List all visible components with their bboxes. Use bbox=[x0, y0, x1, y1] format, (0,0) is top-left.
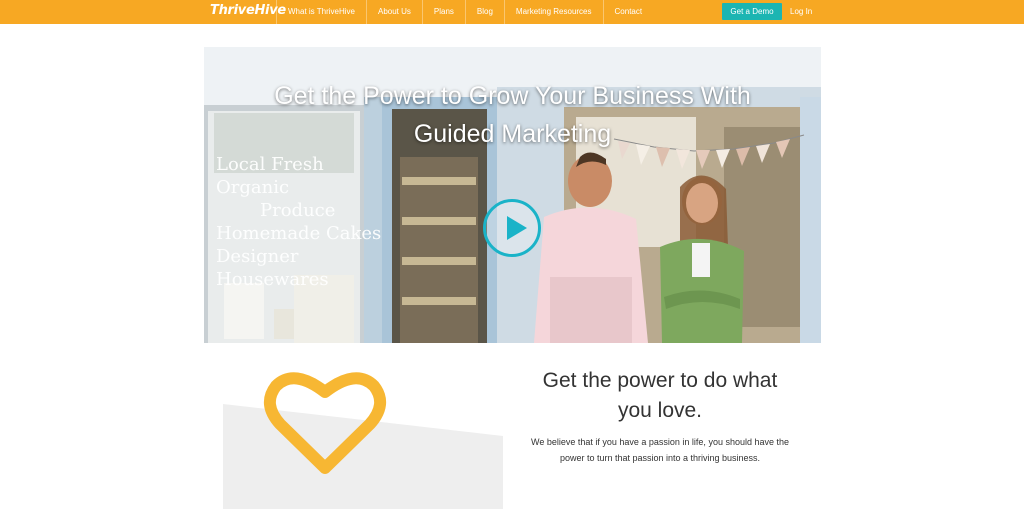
main-nav: What is ThriveHive About Us Plans Blog M… bbox=[276, 0, 653, 24]
feature-body-line-1: We believe that if you have a passion in… bbox=[531, 437, 789, 447]
nav-about-us[interactable]: About Us bbox=[365, 0, 422, 24]
hero-video[interactable]: Get the Power to Grow Your Business With… bbox=[204, 47, 821, 343]
hero-title: Get the Power to Grow Your Business With… bbox=[204, 77, 821, 153]
heart-icon bbox=[264, 372, 386, 474]
window-text-2: Produce bbox=[260, 200, 336, 221]
window-text-4: Designer Housewares bbox=[216, 246, 329, 290]
feature-body: We believe that if you have a passion in… bbox=[505, 434, 815, 466]
feature-heading: Get the power to do what you love. bbox=[505, 366, 815, 426]
nav-blog[interactable]: Blog bbox=[464, 0, 504, 24]
log-in-link[interactable]: Log In bbox=[790, 0, 812, 24]
top-navbar: ThriveHive What is ThriveHive About Us P… bbox=[0, 0, 1024, 24]
thrivehive-logo[interactable]: ThriveHive bbox=[210, 3, 286, 18]
nav-what-is-thrivehive[interactable]: What is ThriveHive bbox=[276, 0, 366, 24]
nav-plans[interactable]: Plans bbox=[421, 0, 465, 24]
feature-heading-line-2: you love. bbox=[617, 399, 703, 422]
feature-body-line-2: power to turn that passion into a thrivi… bbox=[559, 453, 761, 463]
get-a-demo-button[interactable]: Get a Demo bbox=[722, 3, 782, 20]
feature-heading-line-1: Get the power to do what bbox=[542, 369, 778, 392]
play-triangle bbox=[507, 216, 527, 240]
hero-title-line-2: Guided Marketing bbox=[413, 120, 612, 148]
hero-title-line-1: Get the Power to Grow Your Business With bbox=[274, 82, 751, 110]
window-text-3: Homemade Cakes bbox=[216, 223, 382, 244]
window-text-1: Local Fresh Organic bbox=[216, 154, 324, 198]
window-lettering: Local Fresh Organic Produce Homemade Cak… bbox=[216, 153, 386, 291]
nav-marketing-resources[interactable]: Marketing Resources bbox=[503, 0, 603, 24]
play-icon[interactable] bbox=[483, 199, 541, 257]
nav-contact[interactable]: Contact bbox=[602, 0, 654, 24]
